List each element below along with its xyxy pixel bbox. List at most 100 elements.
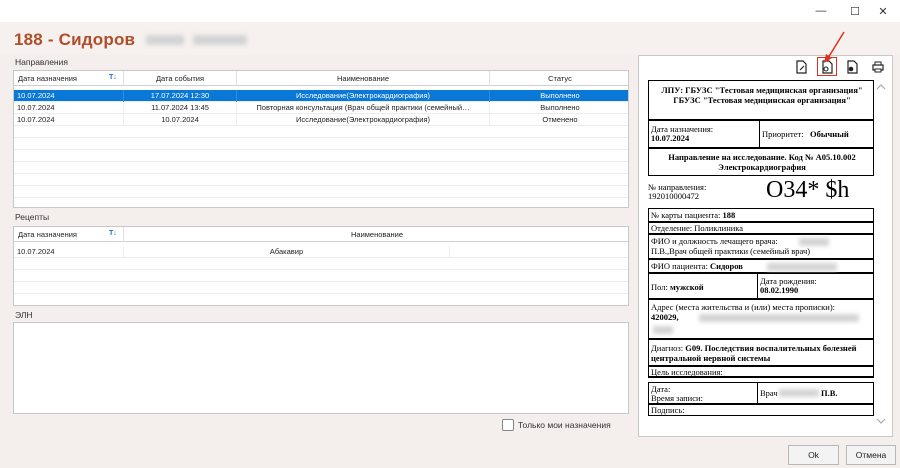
print-icon[interactable] bbox=[871, 60, 885, 74]
address-value: 420029, bbox=[651, 312, 679, 322]
patient-value: Сидоров bbox=[709, 261, 743, 271]
empty-row bbox=[14, 174, 628, 186]
card-label: № карты пациента: bbox=[651, 210, 721, 220]
cell-date: 10.07.2024 bbox=[14, 114, 124, 126]
recipes-label: Рецепты bbox=[15, 212, 50, 222]
scroll-down-icon bbox=[876, 418, 886, 424]
empty-row bbox=[14, 270, 628, 282]
card-line: № карты пациента: 188 bbox=[651, 210, 736, 221]
page-title: 188 - Сидоров bbox=[14, 30, 248, 50]
empty-row bbox=[14, 162, 628, 174]
column-header-name[interactable]: Наименование bbox=[124, 227, 630, 242]
card-value: 188 bbox=[722, 210, 736, 220]
redacted-name bbox=[779, 389, 819, 397]
card-box: № карты пациента: 188 bbox=[648, 208, 874, 222]
cell-name: Повторная консультация (Врач общей практ… bbox=[237, 102, 490, 114]
barcode: O34* $h bbox=[766, 177, 850, 203]
directions-table[interactable]: Дата назначения T↓ Дата события Наименов… bbox=[13, 70, 629, 208]
redacted-name bbox=[193, 35, 248, 45]
close-button[interactable]: ✕ bbox=[866, 2, 900, 20]
column-header-date[interactable]: Дата назначения bbox=[14, 71, 124, 86]
redacted-address bbox=[699, 314, 859, 322]
doctor-sign-label: Врач bbox=[760, 388, 778, 398]
record-time-label: Время записи: bbox=[651, 393, 703, 403]
redacted-name bbox=[799, 238, 829, 246]
sign-box: Подпись: bbox=[648, 404, 874, 416]
patient-line: ФИО пациента: Сидоров bbox=[651, 261, 743, 272]
title-box: Направление на исследование. Код № А05.1… bbox=[648, 148, 874, 176]
eln-panel[interactable] bbox=[13, 322, 629, 414]
department: Отделение: Поликлиника bbox=[651, 223, 744, 233]
doctor-value: П.В.,Врач общей практики (семейный врач) bbox=[651, 246, 811, 256]
filter-sort-icon[interactable]: T↓ bbox=[109, 230, 117, 237]
record-box: Дата: Время записи: Врач П.В. bbox=[648, 382, 874, 404]
empty-row bbox=[14, 258, 628, 270]
only-mine-label: Только мои назначения bbox=[518, 420, 611, 430]
cell-date: 10.07.2024 bbox=[14, 90, 124, 102]
annotation-arrow-icon bbox=[824, 31, 845, 63]
date-value: 10.07.2024 bbox=[651, 133, 690, 143]
divider bbox=[757, 274, 758, 298]
column-header-event[interactable]: Дата события bbox=[124, 71, 237, 86]
scroll-up-icon bbox=[876, 84, 886, 90]
cell-date: 10.07.2024 bbox=[14, 102, 124, 114]
goal-label: Цель исследования: bbox=[651, 367, 723, 377]
document-preview-panel: ЛПУ: ГБУЗС "Тестовая медицинская организ… bbox=[638, 55, 893, 437]
table-header: Дата назначения T↓ Наименование bbox=[14, 227, 628, 242]
eln-label: ЭЛН bbox=[15, 310, 33, 320]
address-box: Адрес (места жительства и (или) места пр… bbox=[648, 299, 874, 339]
org-box: ЛПУ: ГБУЗС "Тестовая медицинская организ… bbox=[648, 80, 874, 120]
cell-name: Исследование(Электрокардиография) bbox=[237, 90, 490, 102]
diagnosis-label: Диагноз: bbox=[651, 343, 684, 353]
dept-box: Отделение: Поликлиника bbox=[648, 222, 874, 234]
edit-document-icon[interactable] bbox=[794, 60, 808, 74]
diagnosis-line: Диагноз: G09. Последствия воспалительных… bbox=[651, 343, 871, 363]
cell-event: 10.07.2024 bbox=[124, 114, 237, 126]
redacted-name bbox=[767, 263, 837, 271]
table-row[interactable]: 10.07.2024 Абакавир bbox=[14, 246, 628, 258]
diagnosis-box: Диагноз: G09. Последствия воспалительных… bbox=[648, 339, 874, 366]
cell-event: 11.07.2024 13:45 bbox=[124, 102, 237, 114]
cell-name: Исследование(Электрокардиография) bbox=[237, 114, 490, 126]
table-header: Дата назначения T↓ Дата события Наименов… bbox=[14, 71, 628, 86]
divider bbox=[757, 383, 758, 403]
cell-status: Выполнено bbox=[540, 91, 580, 100]
minimize-button[interactable]: — bbox=[804, 2, 838, 20]
goal-box: Цель исследования: bbox=[648, 366, 874, 378]
document-scrollbar[interactable] bbox=[874, 80, 888, 430]
cell-status: Выполнено bbox=[540, 103, 580, 112]
birth-value: 08.02.1990 bbox=[760, 285, 799, 295]
column-header-date[interactable]: Дата назначения bbox=[14, 227, 124, 242]
priority-label: Приоритет: bbox=[762, 129, 804, 139]
redacted-name bbox=[146, 35, 185, 45]
signature-label: Подпись: bbox=[651, 405, 685, 415]
empty-row bbox=[14, 126, 628, 138]
sex-birth-box: Пол: мужской Дата рождения: 08.02.1990 bbox=[648, 273, 874, 299]
doctor-sign-value: П.В. bbox=[821, 388, 838, 398]
empty-row bbox=[14, 138, 628, 150]
org-text: ЛПУ: ГБУЗС "Тестовая медицинская организ… bbox=[661, 85, 863, 105]
table-row[interactable]: 10.07.2024 11.07.2024 13:45 Повторная ко… bbox=[14, 102, 628, 114]
priority-value: Обычный bbox=[810, 129, 849, 139]
patient-label: ФИО пациента: bbox=[651, 261, 708, 271]
column-header-name[interactable]: Наименование bbox=[237, 71, 490, 86]
empty-row bbox=[14, 150, 628, 162]
directions-label: Направления bbox=[15, 57, 68, 67]
sex-value: мужской bbox=[670, 282, 704, 292]
document-title: Направление на исследование. Код № А05.1… bbox=[668, 152, 856, 172]
only-mine-checkbox[interactable] bbox=[502, 419, 514, 431]
recipes-table[interactable]: Дата назначения T↓ Наименование 10.07.20… bbox=[13, 226, 629, 306]
table-row[interactable]: 10.07.2024 10.07.2024 Исследование(Элект… bbox=[14, 114, 628, 126]
footer: Ok Отмена bbox=[0, 441, 900, 468]
table-row[interactable]: 10.07.2024 17.07.2024 12:30 Исследование… bbox=[14, 90, 628, 102]
patient-box: ФИО пациента: Сидоров bbox=[648, 259, 874, 273]
cancel-button[interactable]: Отмена bbox=[846, 445, 896, 465]
cell-name: Абакавир bbox=[124, 246, 450, 258]
filter-sort-icon[interactable]: T↓ bbox=[109, 74, 117, 81]
doctor-box: ФИО и должность лечащего врача: П.В.,Вра… bbox=[648, 234, 874, 259]
referral-number: 192010000472 bbox=[648, 191, 699, 201]
page-title-text: 188 - Сидоров bbox=[14, 30, 136, 49]
column-header-status[interactable]: Статус bbox=[490, 71, 630, 86]
date-priority-box: Дата назначения: 10.07.2024 Приоритет: О… bbox=[648, 120, 874, 148]
ok-button[interactable]: Ok bbox=[788, 445, 839, 465]
